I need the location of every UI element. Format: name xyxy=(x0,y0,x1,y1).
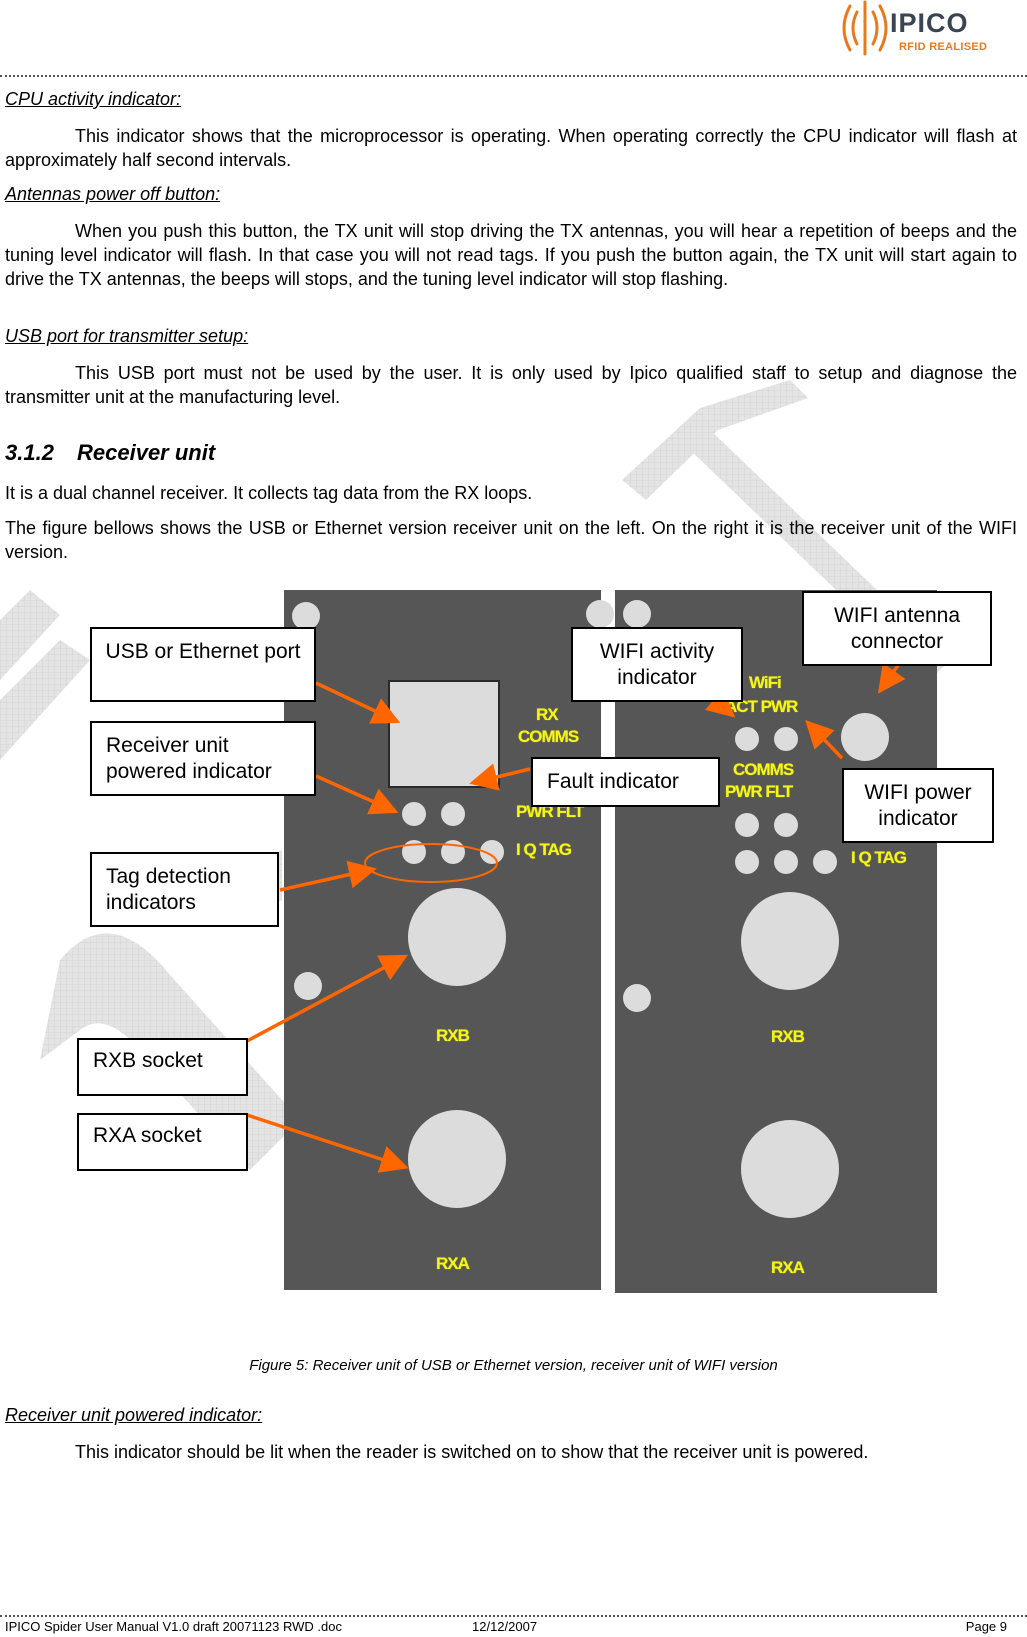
callout-tag-detection: Tag detection indicators xyxy=(90,852,279,927)
power-led xyxy=(735,813,759,837)
footer-rule xyxy=(0,1615,1027,1617)
logo-wordmark: IPICO xyxy=(890,8,969,38)
callout-rxb-socket: RXB socket xyxy=(77,1038,248,1096)
tag-led xyxy=(480,840,504,864)
fault-led xyxy=(441,802,465,826)
antennas-button-body: When you push this button, the TX unit w… xyxy=(5,219,1017,291)
mounting-hole xyxy=(586,600,614,628)
footer-date: 12/12/2007 xyxy=(472,1619,538,1634)
i-led xyxy=(402,840,426,864)
header-rule xyxy=(0,75,1027,77)
receiver-figure-intro: The figure bellows shows the USB or Ethe… xyxy=(5,518,1017,562)
fault-led xyxy=(774,813,798,837)
antennas-button-text: When you push this button, the TX unit w… xyxy=(5,221,1017,289)
rxa-label: RXA xyxy=(436,1254,470,1273)
powered-indicator-text: This indicator should be lit when the re… xyxy=(75,1442,869,1462)
logo-tagline: RFID REALISED xyxy=(899,41,988,53)
usb-port-heading: USB port for transmitter setup: xyxy=(5,326,249,346)
cpu-indicator-body: This indicator shows that the microproce… xyxy=(5,124,1017,172)
pwr-flt-label: PWR FLT xyxy=(725,782,793,801)
section-name: Receiver unit xyxy=(77,440,216,465)
rxb-socket xyxy=(408,888,506,986)
tag-led xyxy=(813,850,837,874)
cpu-indicator-text: This indicator shows that the microproce… xyxy=(5,126,1017,170)
power-led xyxy=(402,802,426,826)
callout-wifi-activity: WIFI activity indicator xyxy=(571,627,743,702)
callout-powered-indicator: Receiver unit powered indicator xyxy=(90,721,316,796)
section-number: 3.1.2 xyxy=(5,440,54,465)
mounting-hole xyxy=(294,972,322,1000)
comms-label: COMMS xyxy=(518,727,579,746)
wifi-label: WiFi xyxy=(749,673,782,692)
mounting-hole xyxy=(623,984,651,1012)
usb-port-body: This USB port must not be used by the us… xyxy=(5,361,1017,409)
mounting-hole xyxy=(292,602,320,630)
wifi-power-led xyxy=(774,727,798,751)
footer-page-number: Page 9 xyxy=(965,1619,1007,1634)
rxa-label: RXA xyxy=(771,1258,805,1277)
iq-tag-label: I Q TAG xyxy=(851,848,907,867)
footer-document-name: IPICO Spider User Manual V1.0 draft 2007… xyxy=(5,1619,342,1634)
ipico-waves-icon xyxy=(842,0,888,56)
wifi-antenna-connector xyxy=(841,713,889,761)
antennas-button-heading: Antennas power off button: xyxy=(5,184,221,204)
callout-wifi-antenna: WIFI antenna connector xyxy=(802,591,992,666)
rxb-socket xyxy=(741,892,839,990)
q-led xyxy=(774,850,798,874)
rxb-label: RXB xyxy=(771,1027,805,1046)
callout-wifi-power: WIFI power indicator xyxy=(842,768,994,843)
iq-tag-label: I Q TAG xyxy=(516,840,572,859)
callout-usb-port: USB or Ethernet port xyxy=(90,627,316,702)
cpu-indicator-heading: CPU activity indicator: xyxy=(5,89,182,109)
q-led xyxy=(441,840,465,864)
callout-rxa-socket: RXA socket xyxy=(77,1113,248,1171)
usb-ethernet-receiver-panel: RX COMMS PWR FLT I Q TAG RXB RXA xyxy=(284,590,614,1290)
rxa-socket xyxy=(741,1120,839,1218)
rx-label: RX xyxy=(536,705,559,724)
usb-port-text: This USB port must not be used by the us… xyxy=(5,363,1017,407)
ipico-logo: IPICO RFID REALISED xyxy=(842,0,992,58)
rxb-label: RXB xyxy=(436,1026,470,1045)
i-led xyxy=(735,850,759,874)
figure-caption: Figure 5: Receiver unit of USB or Ethern… xyxy=(249,1357,778,1374)
usb-ethernet-port xyxy=(388,680,500,788)
powered-indicator-body: This indicator should be lit when the re… xyxy=(5,1440,1017,1464)
section-title: 3.1.2 Receiver unit xyxy=(5,440,215,466)
receiver-intro: It is a dual channel receiver. It collec… xyxy=(5,483,533,503)
comms-label: COMMS xyxy=(733,760,794,779)
powered-indicator-heading: Receiver unit powered indicator: xyxy=(5,1405,263,1425)
wifi-activity-led xyxy=(735,727,759,751)
callout-fault-indicator: Fault indicator xyxy=(531,757,720,807)
rxa-socket xyxy=(408,1110,506,1208)
mounting-hole xyxy=(623,600,651,628)
receiver-figure: RX COMMS PWR FLT I Q TAG RXB RXA WiFi AC… xyxy=(0,560,1027,1330)
